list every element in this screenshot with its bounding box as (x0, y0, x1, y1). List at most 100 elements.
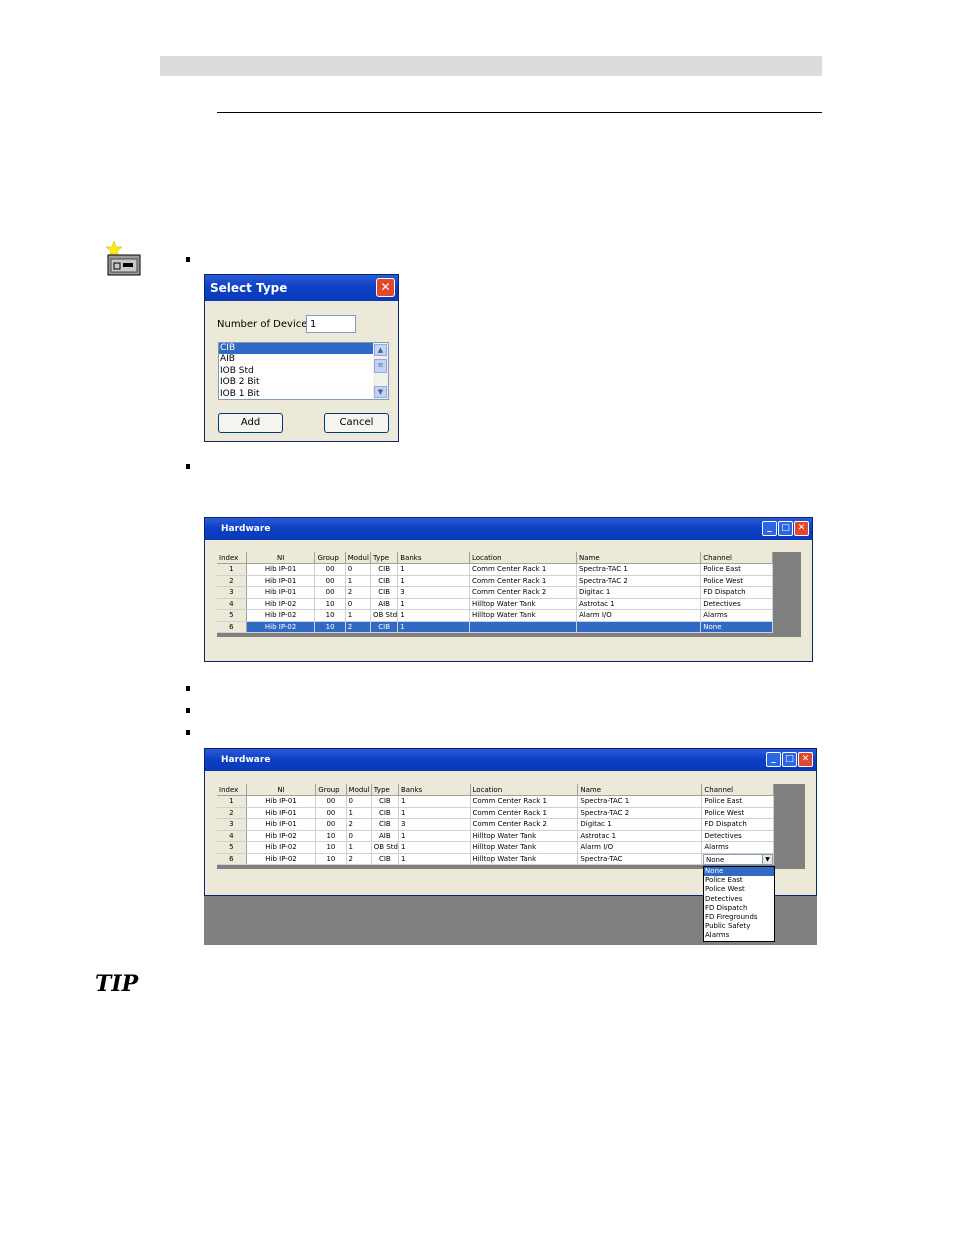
table-cell[interactable]: 1 (346, 807, 372, 819)
table-cell[interactable]: Hib IP-02 (246, 609, 316, 622)
table-cell[interactable]: Hib IP-02 (246, 598, 316, 610)
list-item[interactable]: AIB (219, 354, 373, 365)
table-cell[interactable]: Hib IP-01 (246, 795, 317, 808)
table-cell[interactable]: CIB (370, 575, 399, 587)
table-cell[interactable]: Spectra-TAC 2 (576, 575, 702, 587)
num-devices-input[interactable]: 1 (306, 315, 356, 333)
table-cell[interactable]: 5 (217, 841, 247, 854)
table-cell[interactable]: 3 (217, 818, 247, 831)
column-header[interactable]: Group (314, 552, 346, 564)
table-cell[interactable]: Digitac 1 (576, 586, 702, 599)
table-cell[interactable]: FD Dispatch (700, 586, 773, 599)
table-cell[interactable]: Hilltop Water Tank (470, 830, 579, 842)
channel-dropdown[interactable]: None ▼ (703, 854, 773, 865)
dropdown-option[interactable]: None (704, 867, 774, 877)
table-cell[interactable]: Astrotac 1 (576, 598, 702, 610)
table-cell[interactable]: Hib IP-01 (246, 807, 317, 819)
table-cell[interactable]: Alarm I/O (576, 609, 702, 622)
column-header[interactable]: NI (246, 552, 316, 564)
cancel-button[interactable]: Cancel (324, 413, 389, 433)
list-item[interactable]: IOB 1 Bit (219, 389, 373, 399)
table-cell[interactable]: CIB (371, 807, 399, 819)
add-button[interactable]: Add (218, 413, 283, 433)
table-cell[interactable]: 2 (346, 818, 372, 831)
table-cell[interactable]: AIB (370, 598, 399, 610)
table-cell[interactable]: 10 (315, 853, 347, 865)
column-header[interactable]: Name (576, 552, 702, 564)
table-cell[interactable]: Alarms (700, 609, 773, 622)
hardware-table[interactable]: Index NI Group Modul Type Banks Location… (217, 552, 773, 633)
column-header[interactable]: Index (217, 552, 247, 564)
table-cell[interactable]: 0 (345, 598, 372, 610)
table-cell[interactable]: 1 (345, 575, 372, 587)
table-cell[interactable]: Comm Center Rack 1 (470, 807, 579, 819)
table-cell[interactable]: 2 (217, 575, 247, 587)
table-row[interactable]: 1 Hib IP-01 00 0 CIB 1 Comm Center Rack 1 Spect… (217, 795, 774, 808)
maximize-icon[interactable]: □ (778, 521, 793, 536)
table-cell[interactable]: 2 (217, 807, 247, 819)
table-cell[interactable]: 2 (345, 586, 372, 599)
channel-options-list[interactable]: None Police East Police West Detectives … (703, 866, 775, 942)
table-cell[interactable]: 1 (345, 609, 372, 622)
close-icon[interactable]: ✕ (794, 521, 809, 536)
table-cell[interactable]: Spectra-TAC (577, 853, 703, 865)
table-cell[interactable]: Detectives (701, 830, 774, 842)
table-cell[interactable]: Spectra-TAC 2 (577, 807, 703, 819)
table-cell[interactable]: 4 (217, 830, 247, 842)
table-row[interactable]: 6 Hib IP-02 10 2 CIB 1 Hilltop Water Tank Spect… (217, 853, 774, 865)
table-cell[interactable]: Hilltop Water Tank (469, 598, 578, 610)
table-row[interactable]: 4 Hib IP-02 10 0 AIB 1 Hilltop Water Tank Astro… (217, 830, 774, 842)
table-cell[interactable]: FD Dispatch (701, 818, 774, 831)
table-cell[interactable]: 00 (315, 807, 347, 819)
table-cell[interactable]: OB Std (370, 609, 399, 622)
table-cell[interactable]: Hib IP-01 (246, 586, 316, 599)
scroll-down-icon[interactable]: ▼ (374, 386, 387, 398)
table-cell[interactable]: 10 (314, 621, 346, 633)
table-row[interactable]: 2 Hib IP-01 00 1 CIB 1 Comm Center Rack 1 Spect… (217, 575, 773, 587)
table-cell[interactable]: Police West (700, 575, 773, 587)
table-cell[interactable]: 1 (397, 563, 470, 576)
scroll-thumb[interactable]: ≡ (374, 359, 387, 373)
column-header[interactable]: Modul (346, 784, 372, 796)
table-cell[interactable]: OB Std (371, 841, 399, 854)
table-cell[interactable]: Comm Center Rack 2 (470, 818, 579, 831)
table-cell[interactable]: Comm Center Rack 1 (470, 795, 579, 808)
table-cell[interactable]: 1 (398, 841, 471, 854)
table-cell[interactable]: 3 (397, 586, 470, 599)
table-cell[interactable]: Hib IP-02 (246, 841, 317, 854)
dropdown-option[interactable]: Detectives (704, 895, 774, 904)
table-cell[interactable]: 1 (398, 807, 471, 819)
table-cell[interactable]: Alarms (701, 841, 774, 854)
scroll-up-icon[interactable]: ▲ (374, 344, 387, 356)
table-cell[interactable]: Hib IP-02 (246, 830, 317, 842)
table-cell[interactable] (576, 621, 702, 633)
column-header[interactable]: Name (577, 784, 703, 796)
table-cell[interactable]: CIB (371, 853, 399, 865)
table-row[interactable]: 4 Hib IP-02 10 0 AIB 1 Hilltop Water Tank Astro… (217, 598, 773, 610)
table-row[interactable]: 3 Hib IP-01 00 2 CIB 3 Comm Center Rack 2 Digit… (217, 586, 773, 599)
column-header[interactable]: Channel (700, 552, 773, 564)
table-row[interactable]: 5 Hib IP-02 10 1 OB Std 1 Hilltop Water Tank Al… (217, 841, 774, 854)
column-header[interactable]: Banks (398, 784, 471, 796)
list-item[interactable]: IOB Std (219, 366, 373, 377)
table-cell[interactable]: 00 (314, 563, 346, 576)
table-cell[interactable]: 1 (398, 795, 471, 808)
table-cell[interactable]: Hilltop Water Tank (470, 853, 579, 865)
table-cell[interactable]: 0 (346, 830, 372, 842)
table-cell[interactable]: 4 (217, 598, 247, 610)
table-cell[interactable]: 1 (398, 853, 471, 865)
chevron-down-icon[interactable]: ▼ (762, 855, 772, 864)
table-cell[interactable]: 00 (315, 795, 347, 808)
table-cell[interactable]: 0 (346, 795, 372, 808)
dropdown-option[interactable]: Police East (704, 876, 774, 885)
minimize-icon[interactable]: _ (766, 752, 781, 767)
hardware-table[interactable]: Index NI Group Modul Type Banks Location… (217, 784, 774, 865)
table-row[interactable]: 3 Hib IP-01 00 2 CIB 3 Comm Center Rack 2 Digit… (217, 818, 774, 831)
table-cell[interactable]: Police East (700, 563, 773, 576)
table-cell[interactable]: Hib IP-02 (246, 853, 317, 865)
dropdown-option[interactable]: FD Dispatch (704, 904, 774, 913)
table-cell[interactable]: 2 (346, 853, 372, 865)
table-cell[interactable]: 5 (217, 609, 247, 622)
table-cell[interactable]: 1 (398, 830, 471, 842)
table-cell[interactable]: Hib IP-02 (246, 621, 316, 633)
